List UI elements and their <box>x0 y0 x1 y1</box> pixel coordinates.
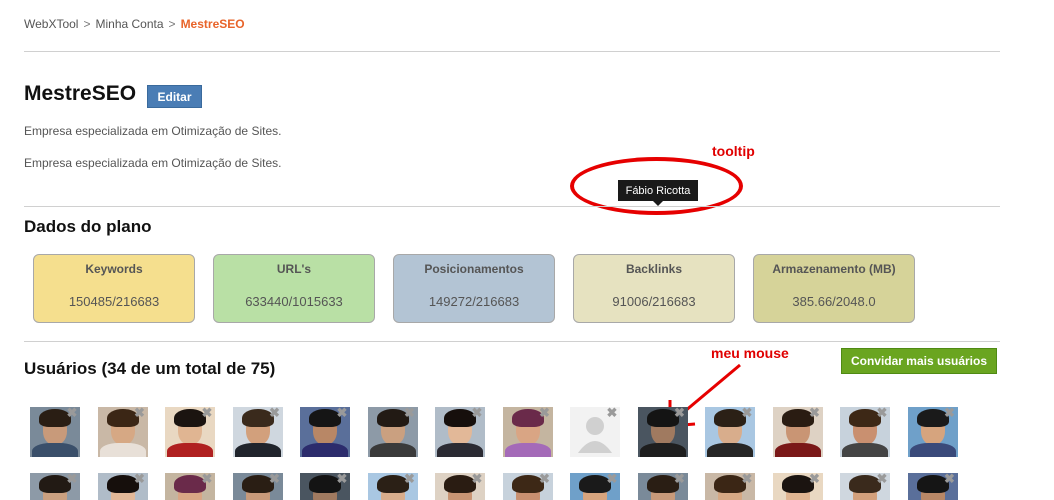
remove-user-icon[interactable]: ✖ <box>606 472 618 485</box>
remove-user-icon[interactable]: ✖ <box>336 406 348 419</box>
remove-user-icon[interactable]: ✖ <box>741 406 753 419</box>
avatar-shirt <box>842 443 888 457</box>
avatar-shirt <box>32 443 78 457</box>
plan-card: Backlinks 91006/216683 <box>573 254 735 323</box>
remove-user-icon[interactable]: ✖ <box>741 472 753 485</box>
plan-card-value: 91006/216683 <box>612 294 696 309</box>
remove-user-icon[interactable]: ✖ <box>539 472 551 485</box>
remove-user-icon[interactable]: ✖ <box>471 472 483 485</box>
avatar-shirt <box>707 443 753 457</box>
breadcrumb-separator: > <box>83 17 91 31</box>
plan-card-value: 385.66/2048.0 <box>792 294 876 309</box>
company-description-secondary: Empresa especializada em Otimização de S… <box>24 156 282 170</box>
avatar-shirt <box>437 443 483 457</box>
remove-user-icon[interactable]: ✖ <box>66 406 78 419</box>
avatar-shirt <box>369 443 416 457</box>
remove-user-icon[interactable]: ✖ <box>66 472 78 485</box>
invite-users-button[interactable]: Convidar mais usuários <box>841 348 997 374</box>
plan-card-label: URL's <box>276 262 312 276</box>
divider <box>24 341 1000 342</box>
plan-card: URL's 633440/1015633 <box>213 254 375 323</box>
plan-card: Keywords 150485/216683 <box>33 254 195 323</box>
plan-card-value: 150485/216683 <box>68 294 160 309</box>
users-section-title: Usuários (34 de um total de 75) <box>24 359 276 378</box>
page-title: MestreSEO <box>24 82 137 105</box>
avatar-shirt <box>504 443 551 457</box>
plan-section-title: Dados do plano <box>24 217 152 236</box>
divider <box>24 51 1000 52</box>
remove-user-icon[interactable]: ✖ <box>876 472 888 485</box>
remove-user-icon[interactable]: ✖ <box>269 472 281 485</box>
avatar-shirt <box>234 443 281 457</box>
remove-user-icon[interactable]: ✖ <box>944 406 956 419</box>
remove-user-icon[interactable]: ✖ <box>606 406 618 419</box>
remove-user-icon[interactable]: ✖ <box>809 472 821 485</box>
remove-user-icon[interactable]: ✖ <box>809 406 821 419</box>
remove-user-icon[interactable]: ✖ <box>336 472 348 485</box>
remove-user-icon[interactable]: ✖ <box>404 406 416 419</box>
plan-card: Armazenamento (MB) 385.66/2048.0 <box>753 254 915 323</box>
breadcrumb: WebXTool > Minha Conta > MestreSEO <box>24 17 245 31</box>
remove-user-icon[interactable]: ✖ <box>674 472 686 485</box>
tooltip-annotation: tooltip <box>712 143 755 159</box>
remove-user-icon[interactable]: ✖ <box>134 406 146 419</box>
avatar-shirt <box>167 443 213 457</box>
remove-user-icon[interactable]: ✖ <box>201 406 213 419</box>
remove-user-icon[interactable]: ✖ <box>876 406 888 419</box>
edit-button[interactable]: Editar <box>147 85 202 108</box>
breadcrumb-current: MestreSEO <box>180 17 245 31</box>
plan-card-label: Posicionamentos <box>424 262 524 276</box>
avatar-shirt <box>639 443 686 457</box>
divider <box>24 206 1000 207</box>
remove-user-icon[interactable]: ✖ <box>404 472 416 485</box>
avatar-shirt <box>302 443 348 457</box>
plan-card-value: 633440/1015633 <box>245 294 343 309</box>
remove-user-icon[interactable]: ✖ <box>134 472 146 485</box>
remove-user-icon[interactable]: ✖ <box>471 406 483 419</box>
remove-user-icon[interactable]: ✖ <box>674 406 686 419</box>
breadcrumb-link-webxtool[interactable]: WebXTool <box>24 17 78 31</box>
plan-card-label: Keywords <box>85 262 143 276</box>
remove-user-icon[interactable]: ✖ <box>539 406 551 419</box>
plan-card-label: Backlinks <box>625 262 683 276</box>
company-description: Empresa especializada em Otimização de S… <box>24 124 282 138</box>
breadcrumb-link-account[interactable]: Minha Conta <box>96 17 164 31</box>
remove-user-icon[interactable]: ✖ <box>269 406 281 419</box>
plan-card: Posicionamentos 149272/216683 <box>393 254 555 323</box>
plan-card-value: 149272/216683 <box>428 294 520 309</box>
remove-user-icon[interactable]: ✖ <box>944 472 956 485</box>
avatar-shirt <box>99 443 146 457</box>
mouse-annotation: meu mouse <box>711 345 789 361</box>
avatar-shirt <box>774 443 821 457</box>
remove-user-icon[interactable]: ✖ <box>201 472 213 485</box>
user-tooltip: Fábio Ricotta <box>618 180 698 206</box>
avatar-shirt <box>909 443 956 457</box>
breadcrumb-separator: > <box>168 17 176 31</box>
plan-card-label: Armazenamento (MB) <box>772 262 896 276</box>
